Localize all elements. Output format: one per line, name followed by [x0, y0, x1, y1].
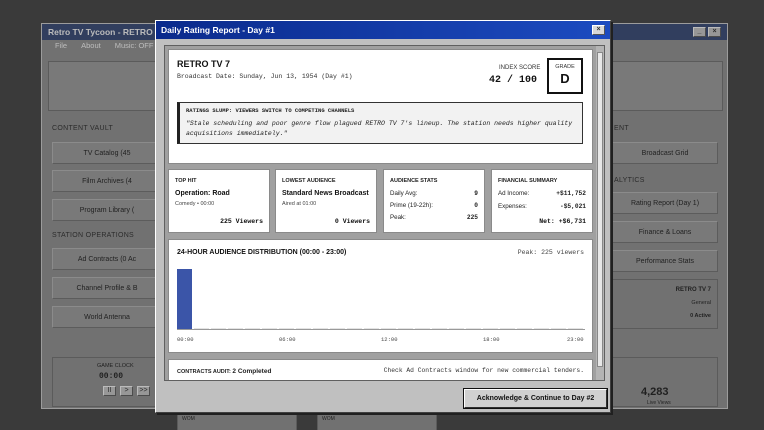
rating-report-dialog: Daily Rating Report - Day #1 × RETRO TV …	[155, 20, 611, 413]
lowest-heading: LOWEST AUDIENCE	[282, 178, 336, 184]
audience-stats-card: AUDIENCE STATS Daily Avg: 9 Prime (19-22h…	[383, 169, 485, 233]
slump-quote: "Stale scheduling and poor genre flow pl…	[186, 120, 573, 137]
chart-heading: 24-HOUR AUDIENCE DISTRIBUTION (00:00 - 2…	[177, 249, 347, 256]
index-score-value: 42 / 100	[489, 75, 538, 86]
dialog-titlebar: Daily Rating Report - Day #1 ×	[156, 21, 610, 39]
dialog-title: Daily Rating Report - Day #1	[161, 25, 275, 35]
broadcast-date: Broadcast Date: Sunday, Jun 13, 1954 (Da…	[177, 73, 353, 80]
stat-row: Prime (19-22h): 0	[390, 202, 478, 209]
top-hit-card: TOP HIT Operation: Road Comedy • 00:00 2…	[168, 169, 270, 233]
chart-tick-label: 18:00	[483, 336, 500, 343]
close-icon[interactable]: ×	[592, 25, 605, 35]
grade-box: GRADE D	[547, 58, 583, 94]
stat-key: Daily Avg:	[390, 190, 418, 197]
lowest-viewers: 0 Viewers	[334, 218, 370, 225]
finance-row: Ad Income: +$11,752	[498, 190, 586, 197]
chart-bar-2200	[551, 328, 566, 329]
chart-tick-label: 12:00	[381, 336, 398, 343]
lowest-audience-card: LOWEST AUDIENCE Standard News Broadcast …	[275, 169, 377, 233]
chart-bar-1400	[415, 328, 430, 329]
grade-value: D	[560, 71, 570, 86]
stat-key: Prime (19-22h):	[390, 202, 433, 209]
audience-heading: AUDIENCE STATS	[390, 178, 438, 184]
chart-bar-1800	[483, 328, 498, 329]
chart-bar-1100	[364, 328, 379, 329]
slump-heading: RATINGS SLUMP: VIEWERS SWITCH TO COMPETI…	[186, 107, 355, 114]
top-hit-viewers: 225 Viewers	[220, 218, 263, 225]
finance-key: Ad Income:	[498, 190, 530, 197]
report-header-card: RETRO TV 7 Broadcast Date: Sunday, Jun 1…	[168, 49, 593, 164]
chart-bar-2000	[517, 328, 532, 329]
stat-value: 9	[474, 190, 478, 197]
audit-label: CONTRACTS AUDIT:	[177, 369, 231, 375]
chart-bar-1300	[398, 328, 413, 329]
chart-peak: Peak: 225 viewers	[517, 249, 584, 256]
chart-bar-1200	[381, 328, 396, 329]
contracts-audit-card: CONTRACTS AUDIT: 2 Completed Check Ad Co…	[168, 359, 593, 380]
net-value: Net: +$6,731	[539, 218, 586, 225]
stat-value: 0	[474, 202, 478, 209]
ratings-slump-box: RATINGS SLUMP: VIEWERS SWITCH TO COMPETI…	[177, 102, 583, 144]
chart-bar-1700	[466, 328, 481, 329]
chart-bar-0000	[177, 269, 192, 329]
chart-bar-1000	[347, 328, 362, 329]
chart-bar-1500	[432, 328, 447, 329]
stat-row: Daily Avg: 9	[390, 190, 478, 197]
chart-bar-0700	[296, 328, 311, 329]
station-name: RETRO TV 7	[177, 59, 231, 69]
chart-bar-0100	[194, 328, 209, 329]
chart-bar-2300	[568, 328, 583, 329]
chart-bar-0600	[279, 328, 294, 329]
finance-value: +$11,752	[556, 190, 586, 197]
finance-row: Expenses: -$5,021	[498, 203, 586, 210]
chart-tick-label: 23:00	[567, 336, 584, 343]
scrollbar-track[interactable]	[596, 46, 604, 380]
chart-bar-0400	[245, 328, 260, 329]
stat-value: 225	[466, 214, 478, 221]
chart-bar-1900	[500, 328, 515, 329]
index-score-label: INDEX SCORE	[499, 65, 541, 71]
chart-bar-0300	[228, 328, 243, 329]
audit-value: 2 Completed	[232, 368, 272, 375]
audience-chart-card: 24-HOUR AUDIENCE DISTRIBUTION (00:00 - 2…	[168, 239, 593, 353]
chart-plot-area	[177, 269, 585, 330]
top-hit-heading: TOP HIT	[175, 178, 197, 184]
finance-key: Expenses:	[498, 203, 527, 210]
chart-bar-0500	[262, 328, 277, 329]
contracts-audit: CONTRACTS AUDIT: 2 Completed	[177, 368, 271, 375]
top-hit-sub: Comedy • 00:00	[175, 201, 215, 207]
chart-bar-2100	[534, 328, 549, 329]
chart-bar-1600	[449, 328, 464, 329]
lowest-name: Standard News Broadcast	[282, 190, 369, 197]
report-scroll-area[interactable]: RETRO TV 7 Broadcast Date: Sunday, Jun 1…	[164, 45, 605, 381]
acknowledge-continue-button[interactable]: Acknowledge & Continue to Day #2	[463, 388, 608, 409]
financial-summary-card: FINANCIAL SUMMARY Ad Income: +$11,752 Exp…	[491, 169, 593, 233]
chart-tick-label: 00:00	[177, 336, 194, 343]
chart-bar-0900	[330, 328, 345, 329]
grade-label: GRADE	[555, 64, 575, 70]
scrollbar-thumb[interactable]	[597, 52, 603, 367]
finance-value: -$5,021	[560, 203, 586, 210]
stat-key: Peak:	[390, 214, 406, 221]
chart-tick-label: 06:00	[279, 336, 296, 343]
stat-row: Peak: 225	[390, 214, 478, 221]
top-hit-name: Operation: Road	[175, 190, 230, 197]
chart-bar-0800	[313, 328, 328, 329]
financial-heading: FINANCIAL SUMMARY	[498, 178, 558, 184]
lowest-sub: Aired at 01:00	[282, 201, 317, 207]
chart-bar-0200	[211, 328, 226, 329]
audit-note: Check Ad Contracts window for new commer…	[383, 367, 584, 374]
